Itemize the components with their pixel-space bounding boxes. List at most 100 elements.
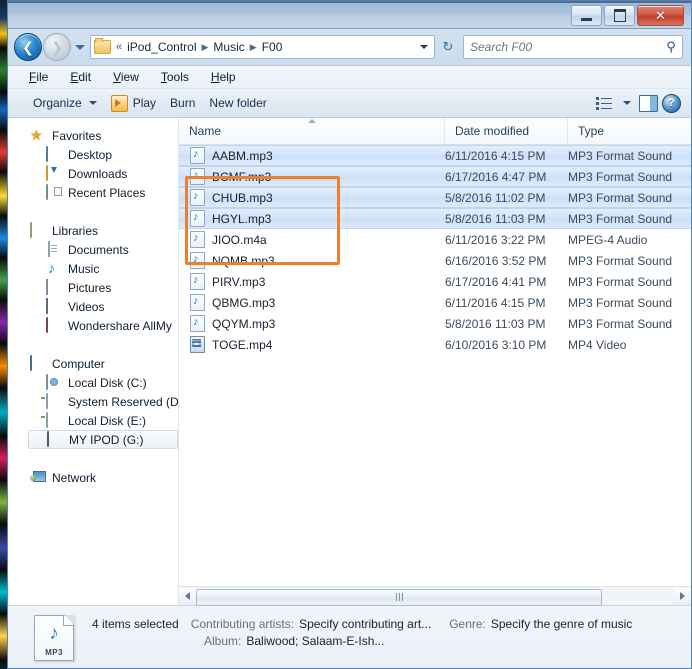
table-row[interactable]: JIOO.m4a 6/11/2016 3:22 PM MPEG-4 Audio (179, 229, 691, 250)
sort-ascending-icon (308, 119, 316, 123)
back-arrow-icon: ❮ (22, 40, 34, 54)
breadcrumb-f00[interactable]: F00 (260, 39, 285, 55)
breadcrumb-arrow-icon[interactable]: ▶ (202, 42, 209, 53)
menu-help[interactable]: Help (208, 69, 239, 85)
recent-places-icon (46, 185, 62, 201)
file-type-cell: MPEG-4 Audio (568, 233, 691, 247)
menu-edit-rest: dit (78, 70, 91, 84)
change-view-icon[interactable] (596, 96, 613, 111)
table-row[interactable]: TOGE.mp4 6/10/2016 3:10 PM MP4 Video (179, 334, 691, 355)
breadcrumb-ipod-control[interactable]: iPod_Control (125, 39, 198, 55)
sidebar-item-my-ipod-g[interactable]: MY IPOD (G:) (28, 430, 178, 449)
table-row[interactable]: QBMG.mp3 6/11/2016 4:15 PM MP3 Format So… (179, 292, 691, 313)
help-icon[interactable]: ? (662, 94, 681, 113)
sidebar-item-desktop[interactable]: Desktop (8, 145, 178, 164)
scrollbar-track[interactable] (196, 588, 674, 605)
table-row[interactable]: NQMB.mp3 6/16/2016 3:52 PM MP3 Format So… (179, 250, 691, 271)
recent-pages-button[interactable] (74, 34, 86, 60)
file-name-cell: PIRV.mp3 (179, 273, 445, 290)
minimize-button[interactable] (571, 5, 602, 26)
file-name-cell: QQYM.mp3 (179, 315, 445, 332)
sidebar-item-local-disk-c[interactable]: Local Disk (C:) (8, 373, 178, 392)
file-name-label: JIOO.m4a (212, 233, 267, 247)
genre-value[interactable]: Specify the genre of music (491, 617, 632, 631)
scroll-left-button[interactable] (179, 588, 196, 605)
audio-file-icon (190, 210, 205, 227)
scrollbar-thumb[interactable] (196, 589, 602, 606)
sidebar-item-recent-places[interactable]: Recent Places (8, 183, 178, 202)
chevron-down-icon (623, 101, 631, 105)
sidebar-label-system-reserved-d: System Reserved (D: (68, 395, 178, 409)
refresh-button[interactable]: ↻ (437, 36, 459, 58)
maximize-icon (614, 9, 626, 22)
sidebar-item-system-reserved-d[interactable]: System Reserved (D: (8, 392, 178, 411)
file-type-cell: MP3 Format Sound (568, 317, 691, 331)
file-name-cell: BCMF.mp3 (179, 168, 445, 185)
preview-pane-icon[interactable] (639, 95, 658, 112)
play-button[interactable]: Play (104, 92, 163, 115)
table-row[interactable]: HGYL.mp3 5/8/2016 11:03 PM MP3 Format So… (179, 208, 691, 229)
album-value[interactable]: Baliwood; Salaam-E-Ish... (246, 634, 384, 648)
contributing-artists-value[interactable]: Specify contributing art... (299, 617, 431, 631)
table-row[interactable]: AABM.mp3 6/11/2016 4:15 PM MP3 Format So… (179, 145, 691, 166)
breadcrumb-arrow-icon[interactable]: ▶ (250, 42, 257, 53)
close-button[interactable]: ✕ (637, 5, 684, 26)
search-input[interactable] (468, 39, 664, 55)
wondershare-icon (46, 318, 62, 334)
table-row[interactable]: CHUB.mp3 5/8/2016 11:02 PM MP3 Format So… (179, 187, 691, 208)
new-folder-button[interactable]: New folder (202, 93, 273, 113)
mp3-label: MP3 (35, 648, 73, 657)
column-header-name[interactable]: Name (179, 118, 445, 144)
menu-edit[interactable]: Edit (67, 69, 94, 85)
sidebar-item-computer[interactable]: Computer (8, 354, 178, 373)
change-view-dropdown[interactable] (617, 99, 635, 107)
sidebar-item-documents[interactable]: Documents (8, 240, 178, 259)
details-text: 4 items selected Contributing artists: S… (92, 615, 691, 648)
audio-file-icon (190, 147, 205, 164)
videos-icon (46, 299, 62, 315)
table-row[interactable]: BCMF.mp3 6/17/2016 4:47 PM MP3 Format So… (179, 166, 691, 187)
menu-file[interactable]: File (26, 69, 51, 85)
maximize-button[interactable] (604, 5, 635, 26)
sidebar-item-videos[interactable]: Videos (8, 297, 178, 316)
file-type-cell: MP3 Format Sound (568, 296, 691, 310)
sidebar-item-libraries[interactable]: Libraries (8, 221, 178, 240)
computer-icon (30, 356, 46, 372)
file-name-label: TOGE.mp4 (212, 338, 272, 352)
audio-file-icon (190, 294, 205, 311)
sidebar-item-music[interactable]: ♪ Music (8, 259, 178, 278)
sidebar-item-pictures[interactable]: Pictures (8, 278, 178, 297)
organize-button[interactable]: Organize (26, 93, 104, 113)
sidebar-item-favorites[interactable]: ★ Favorites (8, 126, 178, 145)
sidebar-item-downloads[interactable]: Downloads (8, 164, 178, 183)
sidebar-item-network[interactable]: Network (8, 468, 178, 487)
column-header-type[interactable]: Type (568, 118, 691, 144)
play-icon (111, 95, 128, 112)
organize-label: Organize (33, 96, 82, 110)
table-row[interactable]: QQYM.mp3 5/8/2016 11:03 PM MP3 Format So… (179, 313, 691, 334)
details-line-2: Album: Baliwood; Salaam-E-Ish... (92, 634, 691, 648)
sidebar-label-computer: Computer (52, 357, 105, 371)
column-header-date-modified[interactable]: Date modified (445, 118, 568, 144)
table-row[interactable]: PIRV.mp3 6/17/2016 4:41 PM MP3 Format So… (179, 271, 691, 292)
back-button[interactable]: ❮ (14, 33, 42, 61)
horizontal-scrollbar[interactable] (179, 586, 691, 605)
search-box[interactable]: ⚲ (463, 35, 683, 59)
breadcrumb-music[interactable]: Music (211, 39, 246, 55)
file-name-label: HGYL.mp3 (212, 212, 271, 226)
address-bar[interactable]: « iPod_Control ▶ Music ▶ F00 (90, 35, 435, 59)
star-icon: ★ (30, 128, 46, 144)
explorer-window: ✕ ❮ ❯ « iPod_Control ▶ Music ▶ F00 ↻ (7, 0, 692, 669)
chevron-down-icon (89, 101, 97, 105)
menu-view[interactable]: View (110, 69, 142, 85)
address-bar-row: ❮ ❯ « iPod_Control ▶ Music ▶ F00 ↻ ⚲ (8, 29, 691, 66)
address-dropdown-button[interactable] (416, 45, 432, 49)
sidebar-item-local-disk-e[interactable]: Local Disk (E:) (8, 411, 178, 430)
sidebar-item-wondershare[interactable]: Wondershare AllMy (8, 316, 178, 335)
forward-button[interactable]: ❯ (43, 33, 71, 61)
search-icon[interactable]: ⚲ (664, 39, 678, 55)
scroll-right-button[interactable] (674, 588, 691, 605)
menu-tools[interactable]: Tools (158, 69, 192, 85)
burn-button[interactable]: Burn (163, 93, 202, 113)
breadcrumb-overflow-icon[interactable]: « (116, 41, 122, 53)
